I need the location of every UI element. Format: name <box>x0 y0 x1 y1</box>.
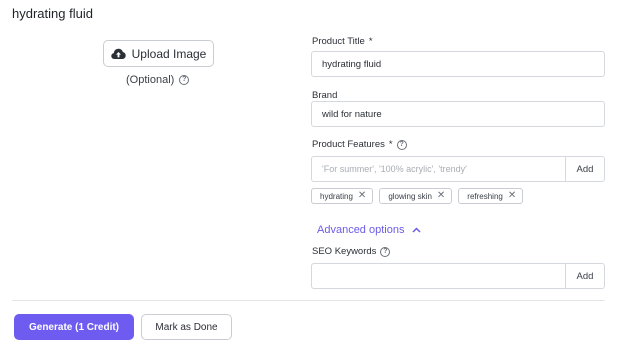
product-title-input[interactable]: hydrating fluid <box>311 51 605 77</box>
close-icon[interactable]: ✕ <box>437 191 445 201</box>
help-icon[interactable]: ? <box>396 139 407 150</box>
optional-label: (Optional) <box>126 74 175 86</box>
product-features-input[interactable]: 'For summer', '100% acrylic', 'trendy' <box>312 157 565 181</box>
feature-tag-label: hydrating <box>320 191 353 201</box>
seo-keywords-label-text: SEO Keywords <box>312 246 377 257</box>
upload-image-button[interactable]: Upload Image <box>103 40 214 67</box>
seo-keywords-field: Add <box>311 263 605 289</box>
required-mark: * <box>388 139 393 150</box>
feature-tag: glowing skin ✕ <box>379 188 453 204</box>
feature-tags: hydrating ✕ glowing skin ✕ refreshing ✕ <box>311 188 524 204</box>
required-mark: * <box>368 36 373 47</box>
seo-keywords-label: SEO Keywords ? <box>312 246 391 257</box>
advanced-options-label: Advanced options <box>317 224 405 236</box>
product-features-label-text: Product Features <box>312 139 385 150</box>
brand-label-text: Brand <box>312 90 338 101</box>
mark-as-done-button[interactable]: Mark as Done <box>141 314 232 340</box>
product-title-label: Product Title * <box>312 36 373 47</box>
footer-divider <box>12 300 605 301</box>
close-icon[interactable]: ✕ <box>508 191 516 201</box>
generate-button[interactable]: Generate (1 Credit) <box>14 314 134 340</box>
help-icon[interactable]: ? <box>179 75 190 85</box>
feature-tag: refreshing ✕ <box>458 188 524 204</box>
feature-tag-label: refreshing <box>467 191 503 201</box>
brand-label: Brand <box>312 90 337 101</box>
seo-keywords-input[interactable] <box>312 264 565 288</box>
brand-input[interactable]: wild for nature <box>311 101 605 127</box>
add-keyword-button[interactable]: Add <box>565 264 604 288</box>
chevron-up-icon <box>412 224 421 236</box>
add-feature-button[interactable]: Add <box>565 157 604 181</box>
help-icon[interactable]: ? <box>380 246 391 257</box>
feature-tag-label: glowing skin <box>388 191 432 201</box>
upload-optional-hint: (Optional) ? <box>126 74 190 86</box>
advanced-options-toggle[interactable]: Advanced options <box>317 224 421 236</box>
product-title-label-text: Product Title <box>312 36 365 47</box>
upload-image-label: Upload Image <box>131 46 207 61</box>
feature-tag: hydrating ✕ <box>311 188 374 204</box>
cloud-upload-icon <box>110 48 126 60</box>
product-features-field: 'For summer', '100% acrylic', 'trendy' A… <box>311 156 605 182</box>
page-title: hydrating fluid <box>12 6 93 21</box>
close-icon[interactable]: ✕ <box>358 191 366 201</box>
product-features-label: Product Features * ? <box>312 139 407 150</box>
